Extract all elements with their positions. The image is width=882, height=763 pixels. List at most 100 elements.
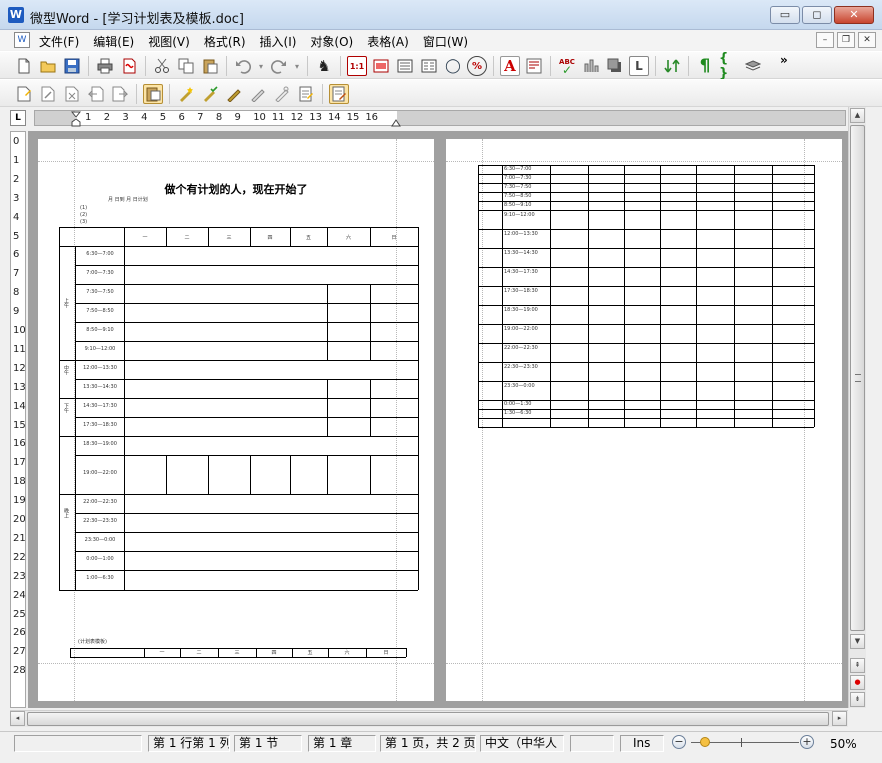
day-header: 三 [226, 235, 232, 241]
vruler-mark: 13 [13, 381, 26, 393]
percent-icon[interactable]: % [467, 56, 487, 76]
eraser-marker-icon[interactable] [248, 84, 268, 104]
print-icon[interactable] [95, 56, 115, 76]
cut-icon[interactable] [152, 56, 172, 76]
first-line-indent-marker[interactable] [71, 111, 81, 127]
next-page-button[interactable]: ⇟ [850, 692, 865, 707]
menu-item-1[interactable]: 编辑(E) [92, 33, 135, 50]
star-marker-icon[interactable] [176, 84, 196, 104]
close-button[interactable]: ✕ [834, 6, 874, 24]
pen-marker-icon[interactable] [224, 84, 244, 104]
undo-dropdown-icon[interactable]: ▾ [257, 56, 265, 76]
edit-note-icon[interactable] [38, 84, 58, 104]
toolbar-overflow-button[interactable]: » [780, 53, 788, 67]
word-app-icon[interactable]: W [8, 7, 24, 23]
horizontal-ruler[interactable]: 1 2 3 4 5 6 7 8 9 10 11 12 13 14 15 16 [34, 110, 846, 127]
delete-note-icon[interactable] [62, 84, 82, 104]
horizontal-scrollbar[interactable]: ◂ ▸ [10, 710, 848, 727]
open-folder-icon[interactable] [38, 56, 58, 76]
copy-icon[interactable] [176, 56, 196, 76]
new-doc-icon[interactable] [14, 56, 34, 76]
menu-item-2[interactable]: 视图(V) [147, 33, 191, 50]
zoom-icon[interactable]: ◯ [443, 56, 463, 76]
next-note-icon[interactable] [110, 84, 130, 104]
vruler-mark: 8 [13, 287, 20, 299]
scroll-left-button[interactable]: ◂ [10, 711, 25, 726]
check-marker-icon[interactable] [200, 84, 220, 104]
table-1to1-icon[interactable]: 1:1 [347, 56, 367, 76]
horizontal-scroll-thumb[interactable] [27, 712, 829, 726]
insert-note-icon[interactable] [14, 84, 34, 104]
ruler-mark: 10 [253, 112, 266, 123]
letter-l-icon[interactable]: L [629, 56, 649, 76]
undo-icon[interactable] [233, 56, 253, 76]
find-icon[interactable]: ♞ [314, 56, 334, 76]
template-day-header: 日 [383, 650, 389, 656]
zoom-slider-knob[interactable] [700, 737, 710, 747]
menu-item-0[interactable]: 文件(F) [38, 33, 80, 50]
redo-icon[interactable] [269, 56, 289, 76]
page-view-icon[interactable] [419, 56, 439, 76]
menu-item-3[interactable]: 格式(R) [203, 33, 247, 50]
time-slot-label: 8:50—9:10 [504, 202, 532, 208]
menu-item-7[interactable]: 窗口(W) [422, 33, 469, 50]
status-chapter: 第 1 章 [308, 735, 376, 752]
shadow-icon[interactable] [605, 56, 625, 76]
font-a-icon[interactable]: A [500, 56, 520, 76]
vertical-scrollbar[interactable]: ▲ ▼ ⇞ ● ⇟ [848, 107, 866, 708]
page-1[interactable]: 做个有计划的人，现在开始了 月 日到 月 日计划 (1) (2) (3) 一二三… [38, 139, 434, 701]
vruler-mark: 6 [13, 249, 20, 261]
pilcrow-icon[interactable]: ¶ [695, 56, 715, 76]
menu-item-5[interactable]: 对象(O) [309, 33, 354, 50]
zoom-level[interactable]: 50% [830, 737, 857, 751]
prev-page-button[interactable]: ⇞ [850, 658, 865, 673]
prev-note-icon[interactable] [86, 84, 106, 104]
save-icon[interactable] [62, 56, 82, 76]
link-marker-icon[interactable] [272, 84, 292, 104]
spellcheck-icon[interactable]: ABC ✓ [557, 56, 577, 76]
paste-icon[interactable] [200, 56, 220, 76]
vruler-mark: 1 [13, 154, 20, 166]
time-slot-label: 19:00—22:00 [504, 326, 538, 332]
menu-item-6[interactable]: 表格(A) [366, 33, 410, 50]
notebook-icon[interactable] [296, 84, 316, 104]
doc-minimize-button[interactable]: – [816, 32, 834, 48]
vertical-ruler[interactable]: 0 1 2 3 4 5 6 7 8 9 10 11 12 13 14 15 16 17 18 19 20 21 22 23 24… [10, 131, 26, 708]
time-slot-label: 7:30—7:50 [504, 184, 532, 190]
document-title: 做个有计划的人，现在开始了 [164, 183, 308, 196]
scroll-down-button[interactable]: ▼ [850, 634, 865, 649]
doc-close-button[interactable]: ✕ [858, 32, 876, 48]
frame-icon[interactable] [371, 56, 391, 76]
ruler-mark: 13 [309, 112, 322, 123]
arrows-icon[interactable] [662, 56, 682, 76]
day-header: 二 [184, 235, 190, 241]
scroll-right-button[interactable]: ▸ [832, 711, 847, 726]
period-label: 晚上 [63, 508, 69, 518]
minimize-button[interactable]: ▭ [770, 6, 800, 24]
menu-item-4[interactable]: 插入(I) [259, 33, 298, 50]
document-menu-icon[interactable]: W [14, 32, 30, 48]
browse-object-button[interactable]: ● [850, 675, 865, 690]
zoom-out-button[interactable]: − [672, 735, 686, 749]
scroll-up-button[interactable]: ▲ [850, 108, 865, 123]
time-slot-label: 17:30—18:30 [83, 421, 117, 428]
pdf-icon[interactable] [119, 56, 139, 76]
status-insert-mode[interactable]: Ins [620, 735, 664, 752]
tab-stop-selector[interactable]: L [10, 110, 26, 126]
page-2[interactable]: 6:30—7:00 7:00—7:30 7:30—7:50 7:50—8:50 8:50… [446, 139, 842, 701]
right-indent-marker[interactable] [391, 117, 401, 127]
maximize-button[interactable]: ◻ [802, 6, 832, 24]
review-icon[interactable] [329, 84, 349, 104]
chart-icon[interactable] [581, 56, 601, 76]
ruler-mark: 12 [290, 112, 304, 123]
columns-icon[interactable] [395, 56, 415, 76]
layers-icon[interactable] [743, 56, 763, 76]
paragraph-icon[interactable] [524, 56, 544, 76]
doc-restore-button[interactable]: ❐ [837, 32, 855, 48]
brackets-icon[interactable]: { } [719, 51, 739, 81]
redo-dropdown-icon[interactable]: ▾ [293, 56, 301, 76]
document-canvas[interactable]: 做个有计划的人，现在开始了 月 日到 月 日计划 (1) (2) (3) 一二三… [28, 131, 848, 708]
vertical-scroll-thumb[interactable] [850, 125, 865, 631]
zoom-in-button[interactable]: + [800, 735, 814, 749]
clipboard-icon[interactable] [143, 84, 163, 104]
